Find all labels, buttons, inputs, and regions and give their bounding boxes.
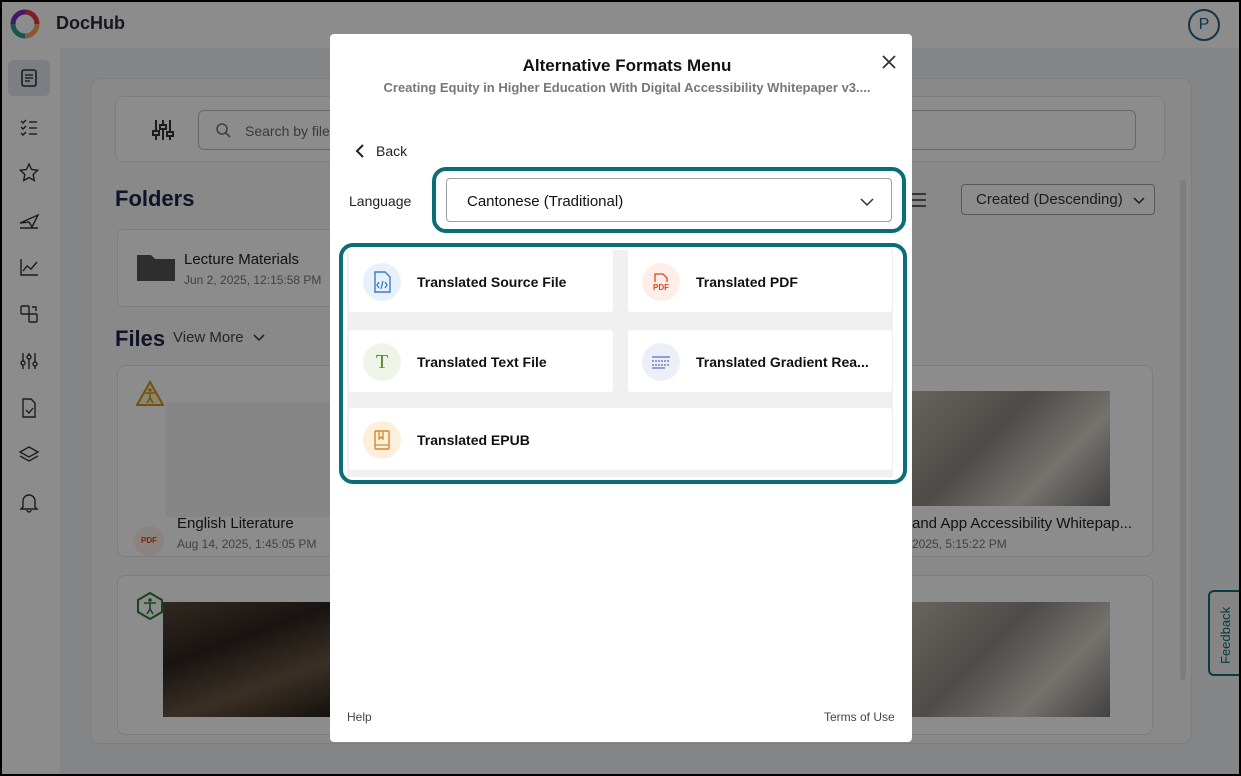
modal-subtitle: Creating Equity in Higher Education With… [383, 80, 871, 95]
terms-of-use-link[interactable]: Terms of Use [824, 710, 895, 724]
option-label: Translated Gradient Rea... [696, 354, 869, 370]
gradient-lines-icon [642, 343, 680, 381]
option-label: Translated Text File [417, 354, 547, 370]
option-translated-text-file[interactable]: T Translated Text File [349, 330, 613, 392]
back-button[interactable]: Back [352, 140, 407, 162]
book-icon [363, 421, 401, 459]
format-options-grid: Translated Source File PDF Translated PD… [347, 250, 893, 477]
alternative-formats-modal: Alternative Formats Menu Creating Equity… [330, 34, 912, 742]
option-label: Translated EPUB [417, 432, 530, 448]
chevron-left-icon [355, 144, 364, 158]
chevron-down-icon [860, 198, 874, 207]
language-label: Language [349, 193, 412, 209]
option-label: Translated Source File [417, 274, 567, 290]
help-link[interactable]: Help [347, 710, 372, 724]
close-icon[interactable] [878, 51, 900, 73]
text-t-icon: T [363, 343, 401, 381]
option-label: Translated PDF [696, 274, 798, 290]
back-label: Back [376, 143, 408, 159]
option-translated-source-file[interactable]: Translated Source File [349, 250, 613, 312]
option-translated-pdf[interactable]: PDF Translated PDF [628, 250, 892, 312]
option-translated-gradient-reading[interactable]: Translated Gradient Rea... [628, 330, 892, 392]
language-dropdown[interactable]: Cantonese (Traditional) [446, 178, 892, 222]
modal-title: Alternative Formats Menu [522, 56, 732, 75]
option-translated-epub[interactable]: Translated EPUB [349, 408, 892, 470]
language-selected-value: Cantonese (Traditional) [467, 193, 624, 210]
pdf-icon-text: PDF [653, 282, 669, 292]
text-t-glyph: T [375, 350, 389, 373]
code-file-icon [363, 263, 401, 301]
pdf-icon: PDF [642, 263, 680, 301]
